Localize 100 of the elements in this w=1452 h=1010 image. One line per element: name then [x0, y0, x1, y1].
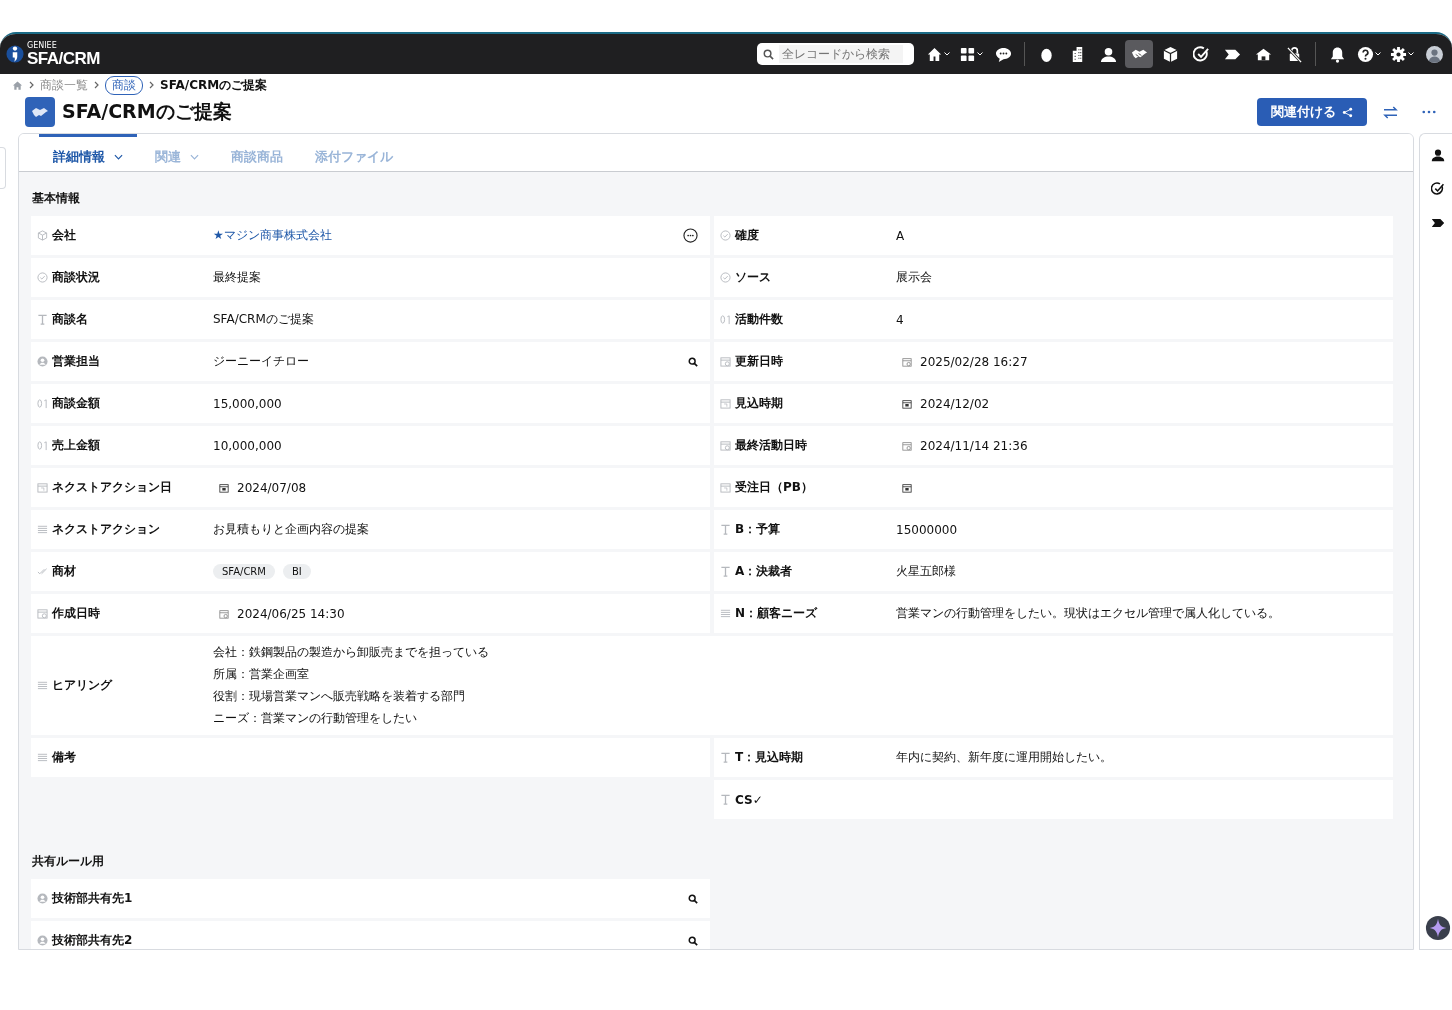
lines-icon: [37, 524, 48, 535]
field-label: 商談状況: [52, 269, 100, 286]
field-value: 15000000: [896, 522, 958, 537]
caret-icon: [944, 52, 950, 56]
field-label: 商談金額: [52, 395, 100, 412]
swap-icon[interactable]: [1383, 105, 1398, 119]
field-label: 備考: [52, 749, 76, 766]
help-icon: [1357, 45, 1374, 63]
section-title: 基本情報: [32, 190, 81, 207]
record-title: SFA/CRMのご提案: [62, 99, 232, 124]
task-icon[interactable]: [1431, 182, 1445, 196]
field-value: お見積もりと企画内容の提案: [213, 521, 369, 538]
breadcrumb-current: SFA/CRMのご提案: [160, 76, 268, 94]
task-icon: [1192, 45, 1210, 63]
text-type-icon: [720, 524, 731, 535]
text-type-icon: [720, 752, 731, 763]
link-button[interactable]: 関連付ける: [1257, 98, 1367, 126]
chevron-icon: [29, 81, 34, 89]
field-value: 2024/07/08: [237, 480, 307, 495]
avatar-icon: [1425, 45, 1443, 63]
number-icon: [37, 440, 48, 451]
calendar-icon[interactable]: [219, 482, 229, 493]
person-icon: [37, 893, 48, 904]
search-field[interactable]: 全レコードから検索: [757, 43, 914, 65]
number-icon: [37, 398, 48, 409]
share-icon: [1342, 106, 1353, 118]
field-label: 技術部共有先2: [52, 932, 133, 949]
box-icon: [1161, 45, 1179, 63]
field-label: 商談名: [52, 311, 88, 328]
field-label: 営業担当: [52, 353, 100, 370]
field-label: ヒアリング: [52, 677, 112, 694]
sparkle-button[interactable]: [1425, 915, 1451, 941]
field-label: 更新日時: [735, 353, 783, 370]
breadcrumb-link[interactable]: 商談一覧: [40, 76, 88, 94]
field-value: 火星五郎様: [896, 563, 956, 580]
object-badge[interactable]: 商談: [105, 75, 143, 95]
field-label: ネクストアクション日: [52, 479, 172, 496]
person-icon: [37, 935, 48, 946]
section-title: 共有ルール用: [32, 853, 105, 870]
value-tag: BI: [282, 564, 311, 579]
lines-icon: [720, 608, 731, 619]
field-label: 商材: [52, 563, 76, 580]
person-icon: [1099, 45, 1117, 63]
lock-icon: [1285, 45, 1303, 63]
lines-icon: [37, 680, 48, 691]
field-label: 会社: [52, 227, 76, 244]
brand-name: SFA/CRM: [27, 49, 100, 67]
field-value: 2024/11/14 21:36: [920, 438, 1028, 453]
field-label: 受注日（PB）: [735, 479, 813, 496]
search-icon[interactable]: [688, 893, 698, 904]
field-value: 2024/12/02: [920, 396, 990, 411]
calendar-icon[interactable]: [902, 398, 912, 409]
text-type-icon: [720, 794, 731, 805]
search-icon: [763, 48, 774, 60]
chevron-down-icon: [114, 154, 123, 160]
calendar-icon: [37, 482, 48, 493]
field-value: 役割：現場営業マンへ販売戦略を装着する部門: [213, 688, 466, 705]
field-label: 見込時期: [735, 395, 783, 412]
tab[interactable]: 詳細情報: [39, 134, 137, 171]
double-check-icon: [37, 566, 48, 577]
field-label: ソース: [735, 269, 771, 286]
lines-icon: [37, 752, 48, 763]
field-label: A：決裁者: [735, 563, 793, 580]
chevron-icon: [149, 81, 154, 89]
field-label: T：見込時期: [735, 749, 804, 766]
nav-button[interactable]: [1125, 40, 1153, 68]
field-label: 売上金額: [52, 437, 100, 454]
calendar-clock-icon: [720, 440, 731, 451]
caret-icon: [977, 52, 983, 56]
calendar-clock-icon: [720, 356, 731, 367]
company-link[interactable]: ★マジン商事株式会社: [213, 227, 332, 244]
more-icon[interactable]: [683, 228, 698, 243]
field-value: 会社：鉄鋼製品の製造から卸販売までを担っている: [213, 644, 489, 661]
home-icon[interactable]: [12, 79, 23, 91]
field-value: 10,000,000: [213, 438, 282, 453]
field-value: SFA/CRMのご提案: [213, 311, 314, 328]
calendar-icon: [720, 482, 731, 493]
calendar-clock-icon: [37, 608, 48, 619]
field-label: CS✓: [735, 792, 763, 807]
chat-icon: [994, 45, 1012, 63]
tag-icon[interactable]: [1431, 216, 1445, 230]
field-label: N：顧客ニーズ: [735, 605, 818, 622]
search-icon[interactable]: [688, 356, 698, 367]
field-label: 確度: [735, 227, 759, 244]
person-icon[interactable]: [1431, 148, 1445, 162]
field-label: 活動件数: [735, 311, 783, 328]
field-label: B：予算: [735, 521, 781, 538]
check-circle-icon: [720, 272, 731, 283]
field-value: 15,000,000: [213, 396, 282, 411]
settings-icon: [1390, 45, 1407, 63]
number-icon: [720, 314, 731, 325]
field-value: A: [896, 228, 905, 243]
field-value: 4: [896, 312, 904, 327]
chevron-icon: [94, 81, 99, 89]
field-value: 2024/06/25 14:30: [237, 606, 345, 621]
bell-icon: [1328, 45, 1346, 63]
person-icon: [37, 356, 48, 367]
calendar-icon: [720, 398, 731, 409]
calendar-icon[interactable]: [902, 482, 912, 493]
search-icon[interactable]: [688, 935, 698, 946]
